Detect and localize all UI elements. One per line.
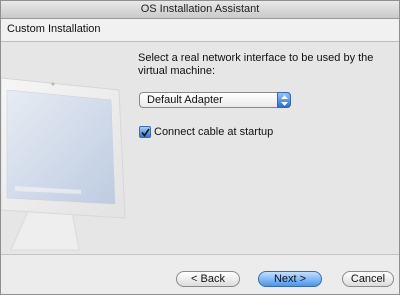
checkmark-icon — [141, 128, 150, 137]
next-button[interactable]: Next > — [258, 271, 322, 287]
connect-cable-label: Connect cable at startup — [154, 126, 274, 138]
computer-illustration — [1, 54, 129, 254]
back-button[interactable]: < Back — [176, 271, 240, 287]
installer-window: OS Installation Assistant Custom Install… — [0, 0, 400, 295]
selected-interface: Default Adapter — [147, 94, 223, 106]
page-title: Custom Installation — [7, 23, 101, 35]
content-area: Select a real network interface to be us… — [1, 42, 399, 254]
footer-divider — [1, 254, 399, 255]
window-titlebar[interactable]: OS Installation Assistant — [1, 1, 399, 19]
page-header: Custom Installation — [1, 19, 399, 42]
network-interface-select[interactable]: Default Adapter — [139, 92, 291, 108]
updown-arrows-icon — [277, 92, 291, 108]
window-title: OS Installation Assistant — [140, 3, 260, 15]
cancel-button[interactable]: Cancel — [342, 271, 394, 287]
network-prompt-text: Select a real network interface to be us… — [138, 52, 374, 77]
connect-cable-checkbox[interactable] — [139, 126, 151, 138]
